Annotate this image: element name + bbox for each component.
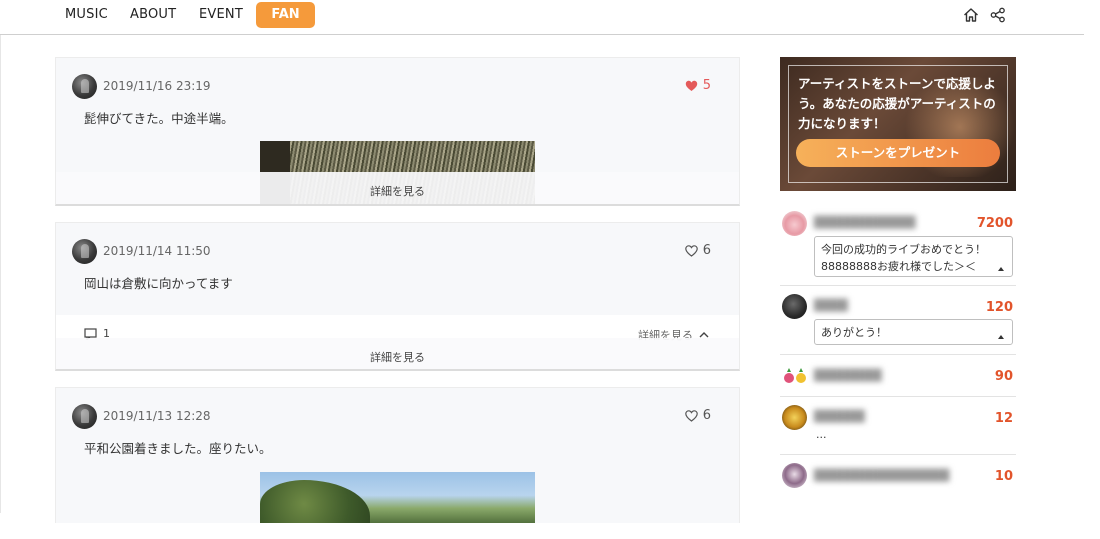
- detail-link[interactable]: 詳細を見る: [56, 349, 739, 365]
- post-avatar[interactable]: [72, 74, 97, 99]
- supporter-name-blurred: ██████: [814, 410, 865, 423]
- post-avatar[interactable]: [72, 239, 97, 264]
- post-card: 2019/11/13 12:28 6 平和公園着きました。座りたい。: [55, 387, 740, 523]
- stone-count: 12: [994, 411, 1013, 426]
- post-date: 2019/11/16 23:19: [103, 79, 211, 93]
- post-date: 2019/11/13 12:28: [103, 409, 211, 423]
- stone-count: 120: [985, 300, 1013, 315]
- supporter-row: ██████ 12 ...: [780, 397, 1016, 455]
- stone-banner: アーティストをストーンで応援しよう。あなたの応援がアーティストの力になります！ …: [780, 57, 1016, 191]
- supporter-avatar[interactable]: [782, 463, 807, 488]
- supporter-message-text: ...: [816, 428, 827, 441]
- post-card: 2019/11/16 23:19 5 髭伸びてきた。中途半端。 詳細を見る: [55, 57, 740, 206]
- supporter-row: ████████ 90: [780, 355, 1016, 397]
- heart-filled-icon: [685, 80, 697, 91]
- fruit-avatar-icon: [784, 368, 806, 383]
- like-count: 6: [702, 243, 711, 258]
- nav-fan-active[interactable]: FAN: [256, 2, 315, 28]
- supporter-avatar[interactable]: [782, 211, 807, 236]
- nav-event[interactable]: EVENT: [199, 7, 243, 22]
- supporter-message[interactable]: 今回の成功的ライブおめでとう！88888888お疲れ様でした＞＜: [814, 236, 1013, 277]
- supporter-avatar[interactable]: [782, 363, 807, 388]
- like-count: 6: [702, 408, 711, 423]
- stone-count: 10: [994, 469, 1013, 484]
- supporter-row: ████████████ 7200 今回の成功的ライブおめでとう！8888888…: [780, 203, 1016, 286]
- present-stone-button[interactable]: ストーンをプレゼント: [796, 139, 1000, 167]
- post-text: 岡山は倉敷に向かってます: [84, 276, 233, 291]
- post-photo[interactable]: [260, 472, 535, 523]
- post-text: 平和公園着きました。座りたい。: [84, 441, 272, 456]
- expand-triangle-icon: [998, 267, 1004, 271]
- nav-music[interactable]: MUSIC: [65, 7, 108, 22]
- like-count: 5: [702, 78, 711, 93]
- supporter-name-blurred: ████████████: [814, 216, 916, 229]
- post-date: 2019/11/14 11:50: [103, 244, 211, 258]
- supporter-message[interactable]: ありがとう！: [814, 319, 1013, 345]
- post-text: 髭伸びてきた。中途半端。: [84, 111, 234, 126]
- supporter-row: ████████████████ 10: [780, 455, 1016, 497]
- home-icon[interactable]: [962, 6, 980, 24]
- detail-link[interactable]: 詳細を見る: [56, 183, 739, 199]
- banner-text: アーティストをストーンで応援しよう。あなたの応援がアーティストの力になります！: [798, 76, 996, 131]
- supporter-name-blurred: ████████: [814, 369, 882, 382]
- supporter-message-text: 今回の成功的ライブおめでとう！88888888お疲れ様でした＞＜: [821, 243, 986, 273]
- heart-outline-icon: [684, 409, 698, 422]
- stone-count: 7200: [976, 216, 1013, 231]
- expand-triangle-icon: [998, 335, 1004, 339]
- nav-about[interactable]: ABOUT: [130, 7, 176, 22]
- like-button[interactable]: 5: [685, 78, 711, 93]
- stone-count: 90: [994, 369, 1013, 384]
- left-divider: [0, 35, 1, 513]
- post-avatar[interactable]: [72, 404, 97, 429]
- like-button[interactable]: 6: [684, 408, 711, 423]
- supporter-avatar[interactable]: [782, 405, 807, 430]
- supporter-row: ████ 120 ありがとう！: [780, 286, 1016, 355]
- heart-outline-icon: [684, 244, 698, 257]
- share-icon[interactable]: [989, 6, 1007, 24]
- supporter-name-blurred: ████████████████: [814, 469, 950, 482]
- supporter-avatar[interactable]: [782, 294, 807, 319]
- supporter-message-text: ありがとう！: [821, 326, 887, 339]
- like-button[interactable]: 6: [684, 243, 711, 258]
- supporter-name-blurred: ████: [814, 299, 848, 312]
- top-nav-bar: MUSIC ABOUT EVENT FAN: [0, 0, 1084, 35]
- post-card: 2019/11/14 11:50 6 岡山は倉敷に向かってます 1 詳細を見る …: [55, 222, 740, 371]
